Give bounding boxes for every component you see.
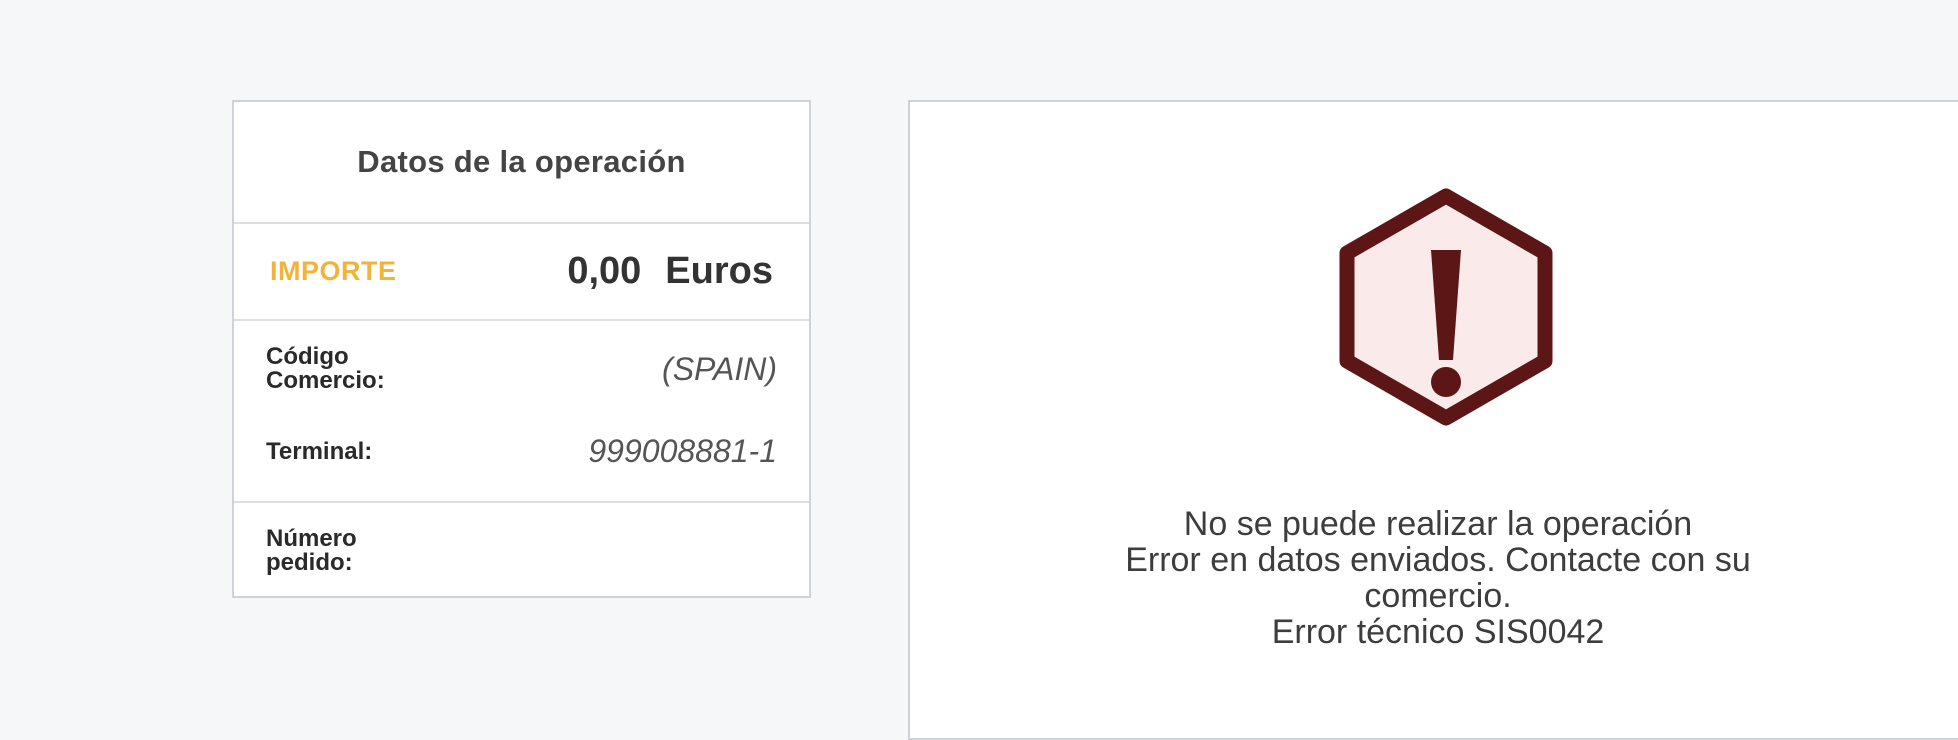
merchant-code-row: Código Comercio: (SPAIN) (266, 345, 777, 393)
amount-currency: Euros (665, 250, 773, 292)
error-message: No se puede realizar la operación Error … (910, 506, 1958, 650)
amount-row: IMPORTE 0,00 Euros (234, 224, 809, 321)
error-message-line-3: Error técnico SIS0042 (1271, 613, 1605, 651)
operation-title: Datos de la operación (234, 102, 809, 224)
amount-label: IMPORTE (270, 256, 397, 286)
operation-details-card: Datos de la operación IMPORTE 0,00 Euros… (232, 100, 811, 598)
terminal-label: Terminal: (266, 437, 373, 465)
terminal-row: Terminal: 999008881-1 (266, 433, 777, 470)
error-message-card: No se puede realizar la operación Error … (908, 100, 1958, 740)
merchant-code-value: (SPAIN) (662, 350, 777, 387)
amount-value-group: 0,00 Euros (567, 250, 773, 293)
order-number-row: Número pedido: (234, 503, 809, 575)
error-message-line-1: No se puede realizar la operación (1183, 505, 1693, 543)
terminal-value: 999008881-1 (588, 433, 777, 469)
order-number-label: Número pedido: (266, 525, 357, 576)
warning-hexagon-icon (1339, 188, 1553, 426)
merchant-code-label: Código Comercio: (266, 343, 385, 394)
merchant-block: Código Comercio: (SPAIN) Terminal: 99900… (234, 321, 809, 503)
error-message-line-2: Error en datos enviados. Contacte con su… (1125, 541, 1751, 615)
amount-value: 0,00 (567, 250, 642, 292)
